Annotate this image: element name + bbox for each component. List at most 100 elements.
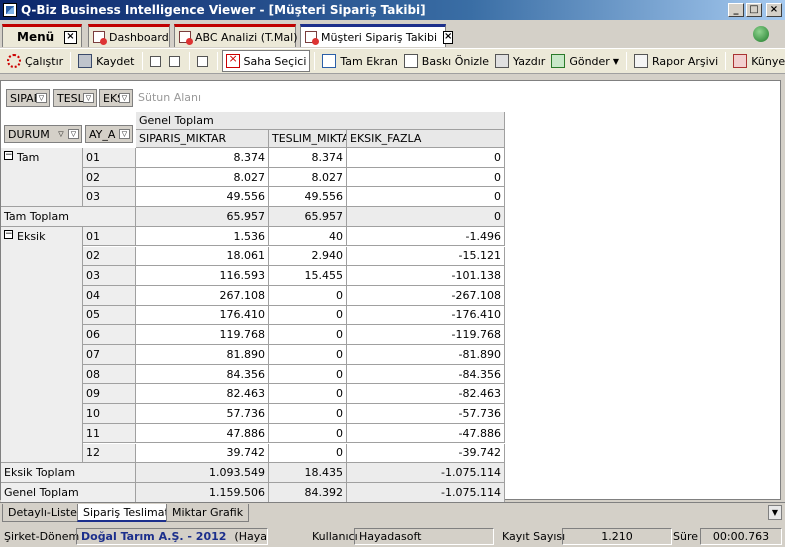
minimize-button[interactable]: _ [728, 3, 744, 17]
value-cell[interactable]: 39.742 [136, 443, 269, 464]
collapse-icon[interactable]: − [4, 151, 13, 160]
tab-dashboard[interactable]: Dashboard [88, 24, 170, 47]
filter-icon[interactable]: ▽ [36, 93, 47, 103]
archive-icon [633, 54, 648, 68]
value-cell[interactable]: 47.886 [136, 423, 269, 444]
value-cell[interactable]: -1.496 [347, 226, 505, 247]
collapse-all-button[interactable] [166, 50, 185, 72]
yazdir-button[interactable]: Yazdır [492, 50, 548, 72]
value-cell[interactable]: -267.108 [347, 285, 505, 306]
value-cell[interactable]: 0 [269, 423, 347, 444]
rapor-arsivi-button[interactable]: Rapor Arşivi [631, 50, 721, 72]
value-cell[interactable]: -47.886 [347, 423, 505, 444]
value-cell[interactable]: -57.736 [347, 404, 505, 424]
row-field-durum[interactable]: DURUM ▽ ▽ [4, 125, 82, 143]
grand-total-cell[interactable]: 84.392 [269, 482, 347, 503]
filter-field-eksik[interactable]: EKS ▽ [99, 89, 133, 107]
value-cell[interactable]: 57.736 [136, 404, 269, 424]
value-cell[interactable]: 49.556 [269, 187, 347, 208]
value-cell[interactable]: 8.027 [136, 167, 269, 188]
value-cell[interactable]: 0 [347, 148, 505, 168]
value-cell[interactable]: -39.742 [347, 443, 505, 464]
column-header[interactable]: SIPARIS_MIKTAR [136, 130, 269, 148]
filter-field-siparis[interactable]: SIPAF ▽ [6, 89, 50, 107]
group-total-cell[interactable]: 65.957 [136, 207, 269, 227]
value-cell[interactable]: -15.121 [347, 246, 505, 267]
expand-all-button[interactable] [147, 50, 166, 72]
group-total-cell[interactable]: 65.957 [269, 207, 347, 227]
chevron-down-icon[interactable]: ▼ [768, 505, 782, 520]
calistir-button[interactable]: Çalıştır [4, 50, 66, 72]
saha-secici-button[interactable]: Saha Seçici [221, 50, 311, 72]
tab-musteri-siparis-takibi[interactable]: Müşteri Sipariş Takibi × [300, 24, 454, 47]
value-cell[interactable]: 49.556 [136, 187, 269, 208]
value-cell[interactable]: 82.463 [136, 384, 269, 405]
value-cell[interactable]: -81.890 [347, 345, 505, 365]
value-cell[interactable]: 15.455 [269, 266, 347, 286]
collapse-icon[interactable]: − [4, 229, 13, 239]
close-button[interactable]: × [766, 3, 782, 17]
filter-icon[interactable]: ▽ [83, 93, 94, 103]
value-cell[interactable]: 119.768 [136, 325, 269, 345]
filter-icon[interactable]: ▽ [119, 93, 130, 103]
online-user-icon[interactable] [753, 26, 769, 42]
baski-onizle-button[interactable]: Baskı Önizle [401, 50, 492, 72]
value-cell[interactable]: 0 [269, 325, 347, 345]
value-cell[interactable]: 0 [269, 384, 347, 405]
value-cell[interactable]: 0 [269, 305, 347, 326]
kayit-label: Kayıt Sayısı [502, 530, 566, 543]
tab-miktar-grafik[interactable]: Miktar Grafik [166, 504, 250, 522]
value-cell[interactable]: 8.027 [269, 167, 347, 188]
close-icon[interactable]: × [443, 30, 454, 44]
value-cell[interactable]: 8.374 [269, 148, 347, 168]
value-cell[interactable]: -82.463 [347, 384, 505, 405]
value-cell[interactable]: 1.536 [136, 226, 269, 247]
value-cell[interactable]: 0 [269, 345, 347, 365]
value-cell[interactable]: 176.410 [136, 305, 269, 326]
filter-icon[interactable]: ▽ [119, 129, 130, 139]
group-total-cell[interactable]: 18.435 [269, 463, 347, 483]
value-cell[interactable]: -119.768 [347, 325, 505, 345]
value-cell[interactable]: 40 [269, 226, 347, 247]
grand-total-cell[interactable]: -1.075.114 [347, 482, 505, 503]
value-cell[interactable]: -84.356 [347, 364, 505, 385]
value-cell[interactable]: 84.356 [136, 364, 269, 385]
value-cell[interactable]: 0 [347, 167, 505, 188]
value-cell[interactable]: 0 [269, 443, 347, 464]
row-field-ay[interactable]: AY_A ▽ [85, 125, 133, 143]
column-header[interactable]: TESLIM_MIKTARI [269, 130, 347, 148]
value-cell[interactable]: 18.061 [136, 246, 269, 267]
value-cell[interactable]: 2.940 [269, 246, 347, 267]
value-cell[interactable]: 8.374 [136, 148, 269, 168]
tab-siparis-teslimat[interactable]: Sipariş Teslimat [77, 504, 175, 522]
gonder-button[interactable]: Gönder ▼ [548, 50, 622, 72]
value-cell[interactable]: 0 [347, 187, 505, 208]
tab-menu[interactable]: Menü × [2, 24, 82, 47]
value-cell[interactable]: 0 [269, 285, 347, 306]
grand-total-cell[interactable]: 1.159.506 [136, 482, 269, 503]
column-header[interactable]: EKSIK_FAZLA [347, 130, 505, 148]
layout-button[interactable] [194, 50, 213, 72]
group-header-0: − Tam [1, 148, 83, 208]
tab-detayli-liste[interactable]: Detaylı-Liste [2, 504, 83, 522]
value-cell[interactable]: 116.593 [136, 266, 269, 286]
filter-field-teslim[interactable]: TESLI ▽ [53, 89, 97, 107]
kunye-button[interactable]: Künye [730, 50, 785, 72]
group-total-cell[interactable]: 0 [347, 207, 505, 227]
kayit-value: 1.210 [562, 528, 672, 545]
value-cell[interactable]: -176.410 [347, 305, 505, 326]
tab-abc-analizi[interactable]: ABC Analizi (T.Mal) [174, 24, 298, 47]
group-total-cell[interactable]: -1.075.114 [347, 463, 505, 483]
value-cell[interactable]: 267.108 [136, 285, 269, 306]
filter-icon[interactable]: ▽ [68, 129, 79, 139]
value-cell[interactable]: 81.890 [136, 345, 269, 365]
maximize-button[interactable]: □ [746, 3, 762, 17]
value-cell[interactable]: 0 [269, 404, 347, 424]
group-total-label: Tam Toplam [1, 207, 136, 227]
close-icon[interactable]: × [64, 30, 77, 44]
kaydet-button[interactable]: Kaydet [75, 50, 137, 72]
value-cell[interactable]: 0 [269, 364, 347, 385]
value-cell[interactable]: -101.138 [347, 266, 505, 286]
tam-ekran-button[interactable]: Tam Ekran [319, 50, 400, 72]
group-total-cell[interactable]: 1.093.549 [136, 463, 269, 483]
